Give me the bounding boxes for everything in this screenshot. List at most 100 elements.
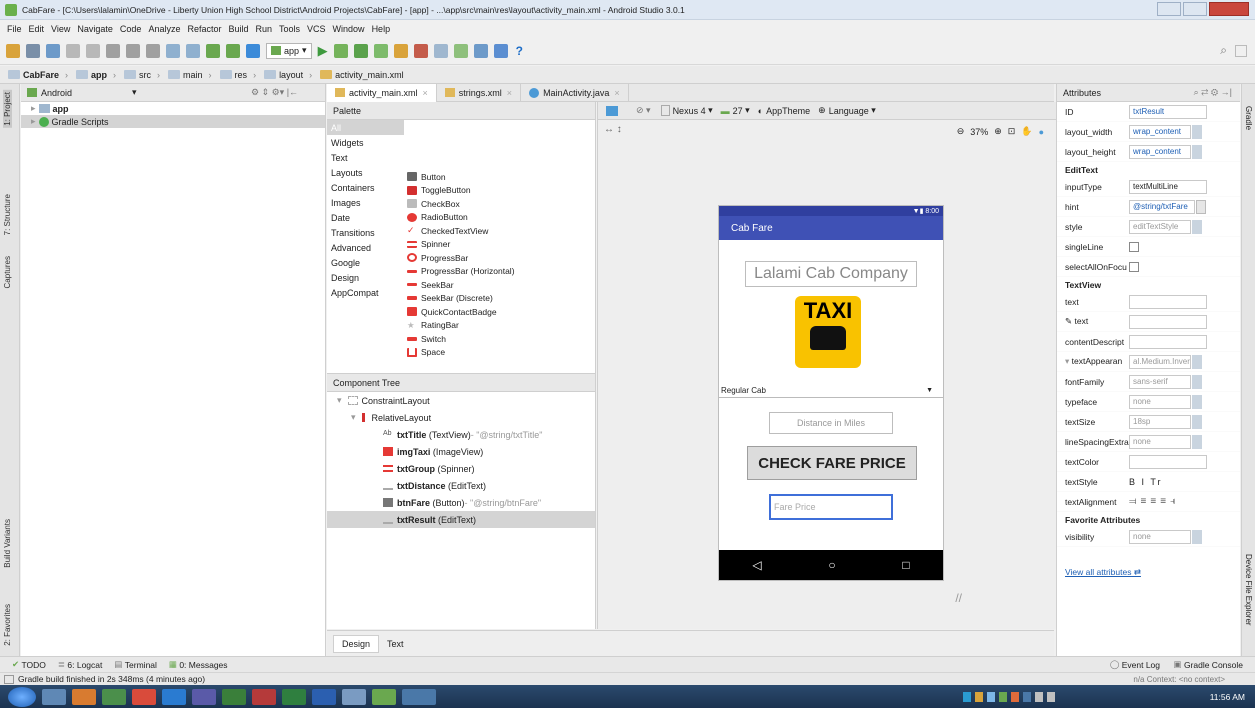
tree-node-constraintlayout[interactable]: ▾ ConstraintLayout	[327, 392, 595, 409]
project-view-select[interactable]: Android	[41, 88, 72, 98]
debug-icon[interactable]	[353, 43, 368, 58]
apply-changes-icon[interactable]	[333, 43, 348, 58]
layout-icon[interactable]	[1235, 44, 1247, 57]
attr-value[interactable]	[1129, 314, 1207, 329]
dropdown-icon[interactable]	[1192, 354, 1202, 369]
tab-design[interactable]: Design	[333, 634, 380, 653]
powerpoint-taskbar-icon[interactable]	[252, 688, 276, 705]
copy-icon[interactable]	[126, 43, 140, 58]
run-config-select[interactable]: app ▾	[266, 42, 312, 59]
device-select[interactable]: Nexus 4	[673, 106, 706, 116]
back-nav-icon[interactable]: ◁	[752, 558, 761, 572]
palette-item-progressbar-horizontal[interactable]: ProgressBar (Horizontal)	[407, 265, 595, 279]
theme-select[interactable]: AppTheme	[766, 106, 810, 116]
attr-value[interactable]	[1129, 334, 1207, 349]
tray-icon[interactable]	[987, 691, 995, 702]
breadcrumb-cabfare[interactable]: CabFare ›	[8, 70, 68, 80]
palette-category-advanced[interactable]: Advanced	[327, 240, 404, 255]
forward-icon[interactable]	[226, 43, 240, 58]
tab-activity-main[interactable]: activity_main.xml ×	[327, 83, 437, 102]
menu-vcs[interactable]: VCS	[307, 24, 326, 34]
palette-category-all[interactable]: All	[327, 120, 404, 135]
fare-result-input[interactable]: Fare Price	[769, 494, 893, 520]
maximize-button[interactable]	[1183, 2, 1207, 16]
tray-icon[interactable]	[1023, 691, 1031, 702]
sdk-manager-icon[interactable]	[453, 43, 468, 58]
tree-node-txttitle[interactable]: Ab txtTitle (TextView) - "@string/txtTitl…	[327, 426, 595, 443]
pan-tool-icon[interactable]: ✋	[1021, 126, 1032, 137]
palette-category-layouts[interactable]: Layouts	[327, 165, 404, 180]
palette-item-ratingbar[interactable]: ★ RatingBar	[407, 319, 595, 333]
menu-run[interactable]: Run	[256, 24, 273, 34]
menu-view[interactable]: View	[51, 24, 70, 34]
breadcrumb-main[interactable]: main ›	[168, 70, 212, 80]
zoom-out-icon[interactable]: ⊖	[957, 126, 965, 137]
menu-file[interactable]: File	[7, 24, 22, 34]
app-taskbar-icon[interactable]	[222, 688, 246, 705]
menu-build[interactable]: Build	[228, 24, 248, 34]
close-tab-icon[interactable]: ×	[614, 88, 619, 98]
tab-mainactivity[interactable]: MainActivity.java ×	[521, 83, 629, 102]
breadcrumb-layout[interactable]: layout ›	[264, 70, 312, 80]
menu-navigate[interactable]: Navigate	[77, 24, 113, 34]
error-indicator-icon[interactable]: ●	[1039, 127, 1044, 137]
attr-value[interactable]: wrap_content	[1129, 144, 1191, 159]
menu-refactor[interactable]: Refactor	[187, 24, 221, 34]
gradle-console-tab[interactable]: ▣ Gradle Console	[1174, 659, 1243, 670]
tree-node-imgtaxi[interactable]: imgTaxi (ImageView)	[327, 443, 595, 460]
project-tool-tab[interactable]: 1: Project	[3, 90, 12, 128]
tree-node-btnfare[interactable]: btnFare (Button) - "@string/btnFare"	[327, 494, 595, 511]
app-taskbar-icon[interactable]	[342, 688, 366, 705]
sync-icon[interactable]	[46, 43, 60, 58]
project-structure-icon[interactable]	[473, 43, 488, 58]
api-select[interactable]: 27	[733, 106, 743, 116]
attach-debugger-icon[interactable]	[393, 43, 408, 58]
back-icon[interactable]	[206, 43, 220, 58]
dropdown-icon[interactable]	[1192, 529, 1202, 544]
dropdown-icon[interactable]	[1192, 124, 1202, 139]
palette-category-google[interactable]: Google	[327, 255, 404, 270]
close-tab-icon[interactable]: ×	[507, 88, 512, 98]
paste-icon[interactable]	[146, 43, 160, 58]
make-icon[interactable]	[246, 43, 260, 58]
cut-icon[interactable]	[106, 43, 120, 58]
network-icon[interactable]	[1035, 691, 1043, 702]
dropdown-icon[interactable]	[1192, 144, 1202, 159]
explorer-taskbar-icon[interactable]	[42, 688, 66, 705]
attr-value[interactable]	[1129, 294, 1207, 309]
pan-icon[interactable]: ↔ ↕	[604, 124, 622, 135]
tray-icon[interactable]	[963, 691, 971, 702]
attributes-search-icon[interactable]: ⌕ ⇄ ⚙ →|	[1194, 87, 1232, 98]
palette-item-progressbar[interactable]: ProgressBar	[407, 251, 595, 265]
dropdown-icon[interactable]	[1192, 394, 1202, 409]
event-log-tab[interactable]: ◯ Event Log	[1110, 659, 1160, 670]
search-icon[interactable]: ⌕	[1220, 43, 1227, 58]
attr-value[interactable]: none	[1129, 394, 1191, 409]
palette-item-checkbox[interactable]: CheckBox	[407, 197, 595, 211]
attr-value[interactable]: 18sp	[1129, 414, 1191, 429]
palette-item-spinner[interactable]: Spinner	[407, 238, 595, 252]
tree-node-relativelayout[interactable]: ▾ RelativeLayout	[327, 409, 595, 426]
favorites-tool-tab[interactable]: 2: Favorites	[3, 604, 12, 646]
palette-category-containers[interactable]: Containers	[327, 180, 404, 195]
menu-edit[interactable]: Edit	[29, 24, 45, 34]
selectallonfocus-checkbox[interactable]	[1129, 261, 1139, 272]
tab-strings[interactable]: strings.xml ×	[437, 83, 522, 102]
palette-category-design[interactable]: Design	[327, 270, 404, 285]
logcat-tab[interactable]: ≣ 6: Logcat	[58, 659, 102, 670]
find-icon[interactable]	[166, 43, 180, 58]
attr-value[interactable]: sans-serif	[1129, 374, 1191, 389]
text-alignment-icons[interactable]: ⫤≡≡≡⫣	[1129, 496, 1180, 507]
tray-icon[interactable]	[975, 691, 983, 702]
start-button[interactable]	[8, 686, 36, 707]
palette-category-date[interactable]: Date	[327, 210, 404, 225]
dropdown-icon[interactable]	[1192, 414, 1202, 429]
terminal-tab[interactable]: ▤ Terminal	[114, 659, 157, 670]
tree-item-gradle-scripts[interactable]: ▸ Gradle Scripts	[21, 115, 325, 128]
app-taskbar-icon[interactable]	[132, 688, 156, 705]
structure-tool-tab[interactable]: 7: Structure	[3, 194, 12, 235]
tab-text[interactable]: Text	[379, 636, 412, 652]
zoom-in-icon[interactable]: ⊕	[994, 126, 1002, 137]
expand-icon[interactable]: ▾	[1065, 356, 1069, 366]
taxi-image[interactable]: TAXI	[795, 296, 861, 368]
